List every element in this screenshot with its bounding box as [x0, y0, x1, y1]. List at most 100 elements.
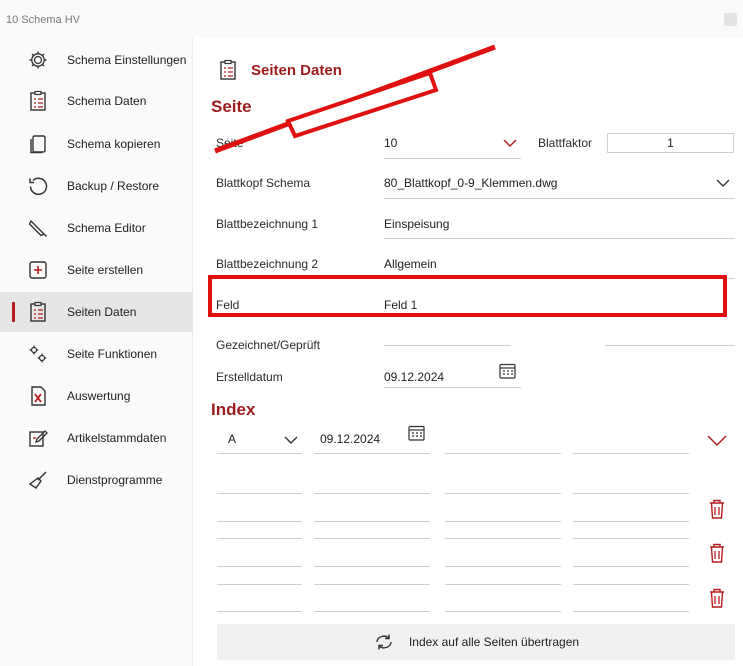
trash-icon[interactable]	[708, 587, 726, 609]
index-name-underline[interactable]	[573, 453, 689, 454]
erstelldatum-label: Erstelldatum	[216, 370, 283, 384]
gears-icon	[29, 345, 47, 363]
index-name-underline[interactable]	[573, 566, 689, 567]
chevron-down-icon[interactable]	[715, 178, 731, 188]
sync-icon	[376, 634, 392, 650]
title-bar: 10 Schema HV	[0, 0, 743, 38]
clipboard-list-icon	[220, 59, 236, 80]
blattbez1-underline	[384, 238, 735, 239]
index-name-underline[interactable]	[573, 538, 689, 539]
window-control-icon[interactable]	[724, 13, 737, 26]
trash-icon[interactable]	[708, 542, 726, 564]
index-date-underline[interactable]	[314, 566, 430, 567]
index-rev-underline[interactable]	[217, 538, 302, 539]
blattbez2-input[interactable]: Allgemein	[384, 257, 437, 271]
add-page-icon	[29, 261, 47, 279]
index-name-underline[interactable]	[573, 611, 689, 612]
sidebar-item-label: Schema kopieren	[67, 137, 161, 151]
seite-label: Seite	[216, 136, 244, 150]
index-text-underline[interactable]	[445, 521, 561, 522]
annotation-highlight-box	[208, 275, 727, 317]
edit-document-icon	[29, 430, 48, 447]
section-title-index: Index	[211, 400, 256, 419]
pencil-icon	[28, 219, 47, 237]
trash-icon[interactable]	[708, 498, 726, 520]
index-transfer-button[interactable]: Index auf alle Seiten übertragen	[217, 624, 735, 660]
blattkopf-label: Blattkopf Schema	[216, 176, 311, 190]
gear-icon	[29, 51, 47, 69]
chevron-down-icon[interactable]	[283, 435, 299, 445]
gezeichnet-label: Gezeichnet/Geprüft	[216, 338, 321, 352]
index-rev-underline[interactable]	[217, 493, 302, 494]
sidebar-item-schema-kopieren[interactable]: Schema kopieren	[0, 124, 193, 164]
index-rev-underline[interactable]	[217, 611, 302, 612]
index-rev-underline[interactable]	[217, 566, 302, 567]
index-name-underline[interactable]	[573, 493, 689, 494]
sidebar-item-seite-funktionen[interactable]: Seite Funktionen	[0, 334, 193, 374]
clipboard-list-icon	[30, 90, 46, 111]
seite-select-value[interactable]: 10	[384, 136, 397, 150]
index-date-underline[interactable]	[314, 538, 430, 539]
blattbez1-input[interactable]: Einspeisung	[384, 217, 449, 231]
sidebar-item-label: Auswertung	[67, 389, 131, 403]
index-rev-value[interactable]: A	[228, 432, 236, 446]
sidebar-item-schema-einstellungen[interactable]: Schema Einstellungen	[0, 40, 193, 80]
blattkopf-select-value[interactable]: 80_Blattkopf_0-9_Klemmen.dwg	[384, 176, 557, 190]
index-text-underline[interactable]	[445, 611, 561, 612]
blattkopf-underline	[384, 198, 735, 199]
index-date-underline	[314, 453, 430, 454]
sidebar-item-schema-editor[interactable]: Schema Editor	[0, 208, 193, 248]
erstelldatum-underline	[384, 387, 521, 388]
sidebar-item-label: Schema Einstellungen	[67, 53, 187, 67]
chevron-down-icon[interactable]	[502, 138, 518, 148]
sidebar-item-schema-daten[interactable]: Schema Daten	[0, 81, 193, 121]
sidebar-item-dienstprogramme[interactable]: Dienstprogramme	[0, 460, 193, 500]
expand-chevron-icon[interactable]	[706, 434, 728, 447]
restore-icon	[29, 177, 48, 196]
sidebar-item-backup-restore[interactable]: Backup / Restore	[0, 166, 193, 206]
sidebar-item-artikelstammdaten[interactable]: Artikelstammdaten	[0, 418, 193, 458]
index-text-underline[interactable]	[445, 453, 561, 454]
calendar-icon[interactable]	[499, 363, 516, 379]
sidebar-item-label: Backup / Restore	[67, 179, 160, 193]
index-rev-underline	[217, 453, 302, 454]
index-date-underline[interactable]	[314, 521, 430, 522]
blattfaktor-field[interactable]: 1	[607, 133, 734, 153]
window-title: 10 Schema HV	[6, 14, 80, 26]
index-date-underline[interactable]	[314, 493, 430, 494]
index-text-underline[interactable]	[445, 538, 561, 539]
sidebar: Schema Einstellungen Schema Daten Schema…	[0, 38, 193, 666]
blattbez2-label: Blattbezeichnung 2	[216, 257, 319, 271]
sidebar-item-label: Seite erstellen	[67, 263, 144, 277]
page-header: Seiten Daten	[217, 59, 342, 81]
index-rev-underline[interactable]	[217, 584, 302, 585]
page-title: Seiten Daten	[251, 61, 342, 79]
sidebar-item-seite-erstellen[interactable]: Seite erstellen	[0, 250, 193, 290]
index-date-underline[interactable]	[314, 611, 430, 612]
sidebar-item-auswertung[interactable]: Auswertung	[0, 376, 193, 416]
index-text-underline[interactable]	[445, 566, 561, 567]
index-date-value[interactable]: 09.12.2024	[320, 432, 380, 446]
index-text-underline[interactable]	[445, 584, 561, 585]
sidebar-item-label: Artikelstammdaten	[67, 431, 167, 445]
gepruft-underline[interactable]	[605, 345, 735, 346]
excel-icon	[31, 386, 46, 406]
calendar-icon[interactable]	[408, 425, 425, 441]
copy-icon	[30, 135, 46, 154]
blattfaktor-label: Blattfaktor	[538, 136, 593, 150]
index-transfer-label: Index auf alle Seiten übertragen	[408, 635, 580, 649]
gezeichnet-underline	[384, 345, 511, 346]
index-text-underline[interactable]	[445, 493, 561, 494]
sidebar-item-seiten-daten[interactable]: Seiten Daten	[0, 292, 193, 332]
index-name-underline[interactable]	[573, 584, 689, 585]
erstelldatum-input[interactable]: 09.12.2024	[384, 370, 444, 384]
index-date-underline[interactable]	[314, 584, 430, 585]
sidebar-item-label: Schema Editor	[67, 221, 146, 235]
sidebar-item-label: Seite Funktionen	[67, 347, 158, 361]
blattbez1-label: Blattbezeichnung 1	[216, 217, 319, 231]
index-name-underline[interactable]	[573, 521, 689, 522]
sidebar-item-label: Schema Daten	[67, 94, 147, 108]
clipboard-list-icon	[30, 301, 46, 322]
seite-underline	[384, 158, 521, 159]
index-rev-underline[interactable]	[217, 521, 302, 522]
